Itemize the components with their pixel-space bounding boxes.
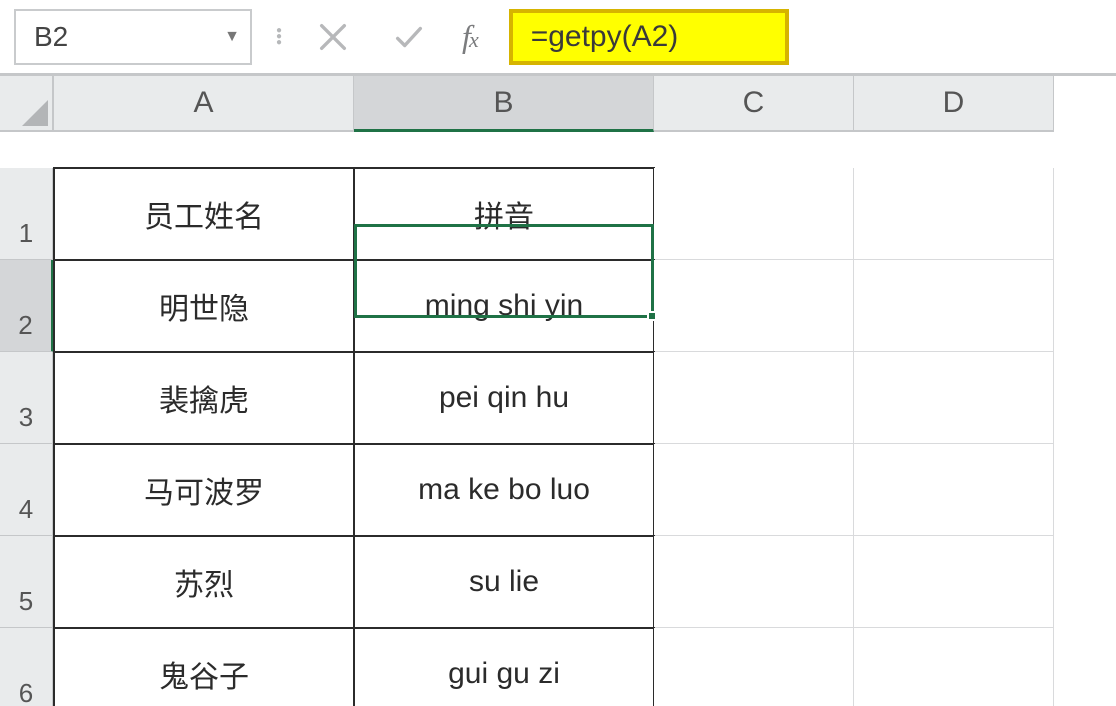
row-header-1[interactable]: 1 [0,168,54,260]
row-header-2[interactable]: 2 [0,260,54,352]
cell-B5[interactable]: su lie [353,535,655,629]
cell-D3[interactable] [854,352,1054,444]
cell-A4[interactable]: 马可波罗 [53,443,355,537]
select-all-corner[interactable] [0,76,54,132]
cell-D6[interactable] [854,628,1054,706]
triangle-icon [22,100,48,126]
cell-D1[interactable] [854,168,1054,260]
x-icon [316,20,350,54]
cell-B4[interactable]: ma ke bo luo [353,443,655,537]
cell-D5[interactable] [854,536,1054,628]
column-header-B[interactable]: B [354,76,654,132]
cell-C3[interactable] [654,352,854,444]
column-header-A[interactable]: A [54,76,354,132]
row-header-5[interactable]: 5 [0,536,54,628]
cell-D2[interactable] [854,260,1054,352]
cell-D4[interactable] [854,444,1054,536]
cell-C1[interactable] [654,168,854,260]
formula-input[interactable]: =getpy(A2) [509,9,789,65]
spreadsheet-grid[interactable]: A B C D .sheet > *:nth-child(-n+5){heigh… [0,76,1116,706]
row-header-6[interactable]: 6 [0,628,54,706]
cell-C4[interactable] [654,444,854,536]
name-box[interactable]: B2 ▼ [14,9,252,65]
cell-A1[interactable]: 员工姓名 [53,167,355,261]
check-icon [392,20,426,54]
cell-A3[interactable]: 裴擒虎 [53,351,355,445]
cell-B2[interactable]: ming shi yin [353,259,655,353]
cell-B1[interactable]: 拼音 [353,167,655,261]
cell-C5[interactable] [654,536,854,628]
cancel-formula-button[interactable] [306,11,360,63]
cell-B3[interactable]: pei qin hu [353,351,655,445]
cell-B6[interactable]: gui gu zi [353,627,655,706]
fx-icon[interactable]: fx [458,18,481,55]
chevron-down-icon[interactable]: ▼ [224,28,240,46]
cell-C6[interactable] [654,628,854,706]
formula-bar: B2 ▼ ●●● fx =getpy(A2) [0,0,1116,76]
row-header-4[interactable]: 4 [0,444,54,536]
cell-A5[interactable]: 苏烈 [53,535,355,629]
cell-A2[interactable]: 明世隐 [53,259,355,353]
drag-handle-icon[interactable]: ●●● [274,28,284,46]
name-box-value: B2 [34,21,68,53]
row-header-3[interactable]: 3 [0,352,54,444]
formula-text: =getpy(A2) [531,20,679,54]
confirm-formula-button[interactable] [382,11,436,63]
column-header-C[interactable]: C [654,76,854,132]
column-header-D[interactable]: D [854,76,1054,132]
cell-A6[interactable]: 鬼谷子 [53,627,355,706]
cell-C2[interactable] [654,260,854,352]
